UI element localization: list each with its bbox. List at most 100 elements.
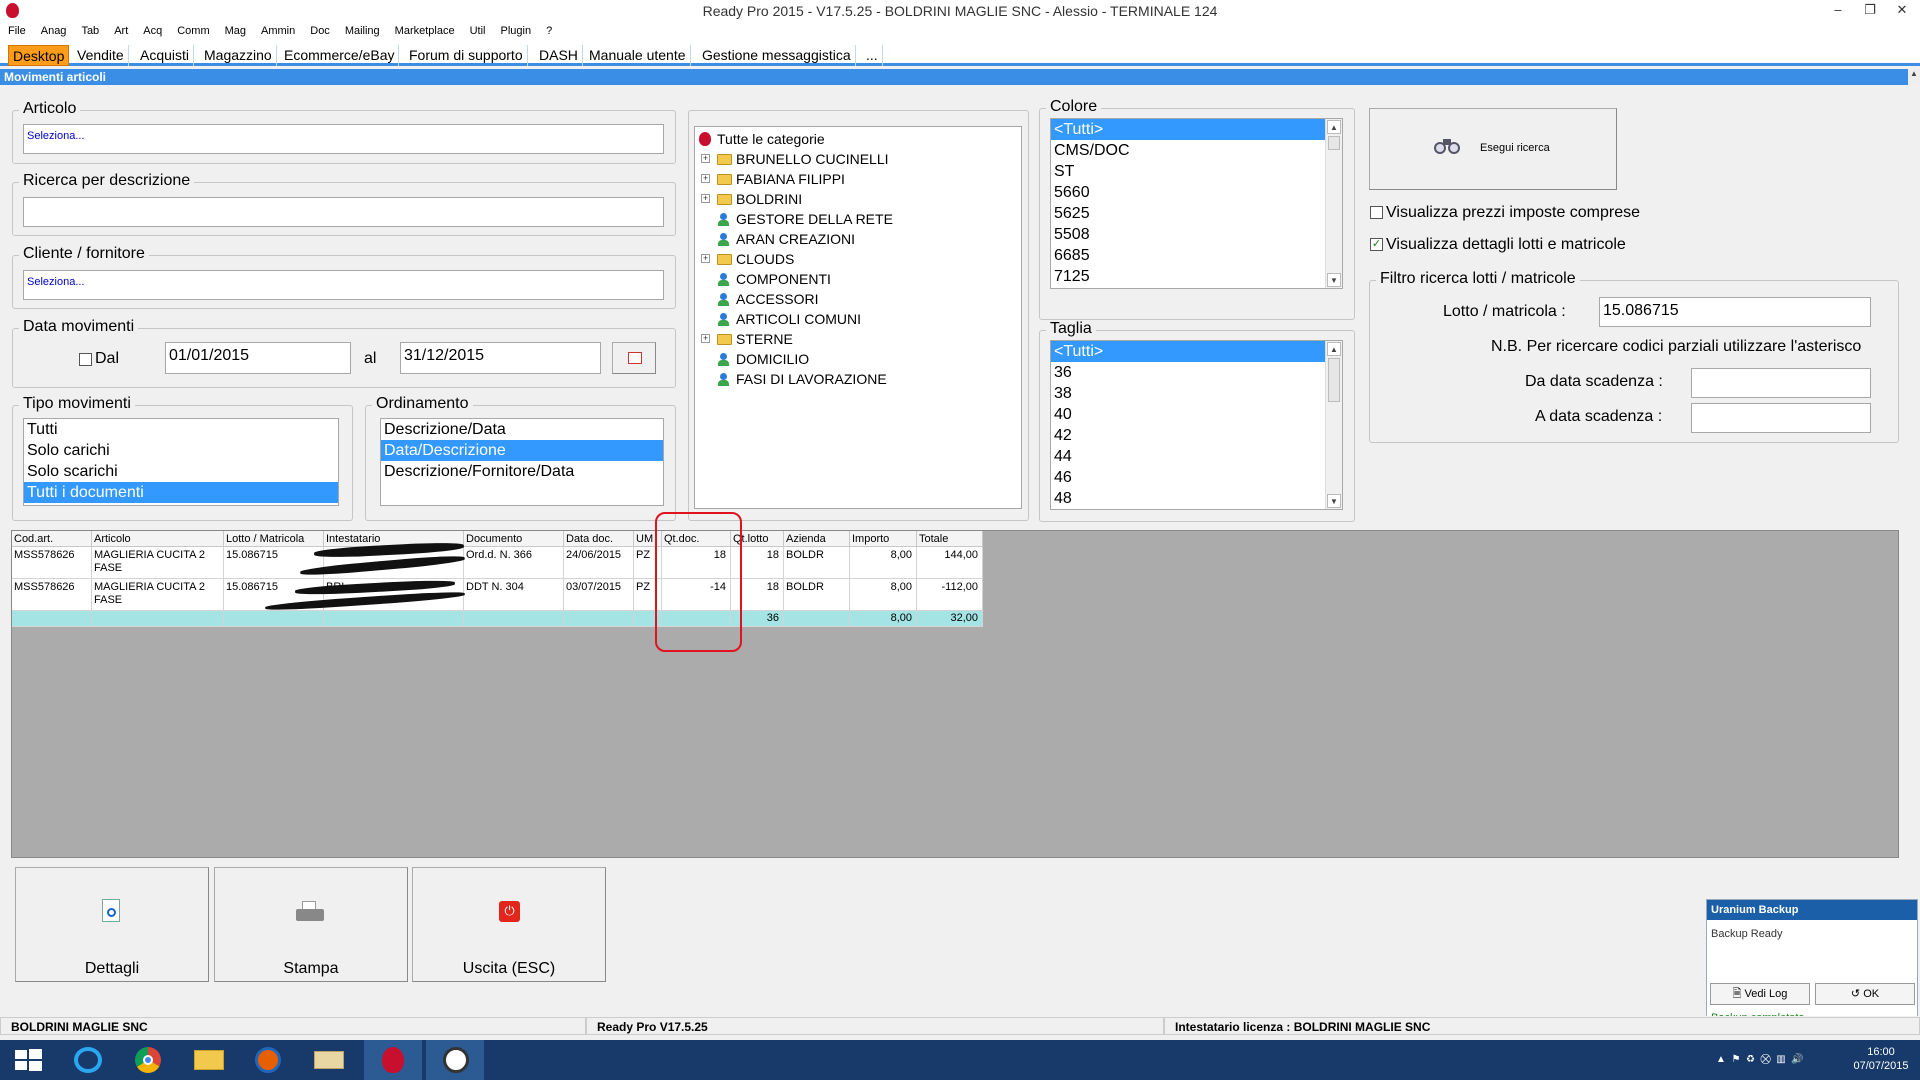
ordinamento-item[interactable]: Descrizione/Data xyxy=(381,419,663,440)
grid-total-articolo[interactable] xyxy=(92,611,224,627)
menu-item-[interactable]: ? xyxy=(538,22,559,37)
close-icon[interactable]: ✕ xyxy=(1888,2,1916,18)
lotto-matricola-input[interactable]: 15.086715 xyxy=(1599,297,1871,327)
clock[interactable]: 16:00 07/07/2015 xyxy=(1846,1045,1916,1073)
grid-header-totale[interactable]: Totale xyxy=(917,531,983,547)
menu-item-doc[interactable]: Doc xyxy=(302,22,337,37)
grid-cell-cod[interactable]: MSS578626 xyxy=(12,547,92,579)
taglia-item[interactable]: 42 xyxy=(1051,425,1342,446)
scroll-up-icon[interactable]: ▲ xyxy=(1327,342,1341,356)
dettagli-button[interactable]: Dettagli xyxy=(15,867,209,982)
tree-item[interactable]: BRUNELLO CUCINELLI xyxy=(717,150,889,168)
grid-cell-articolo[interactable]: MAGLIERIA CUCITA 2 FASE xyxy=(92,547,224,579)
grid-header-azienda[interactable]: Azienda xyxy=(784,531,850,547)
tree-item[interactable]: ACCESSORI xyxy=(717,290,818,308)
scroll-thumb[interactable] xyxy=(1328,358,1340,402)
taglia-scrollbar[interactable]: ▲ ▼ xyxy=(1325,341,1342,509)
movimenti-grid[interactable]: Cod.art. Articolo Lotto / Matricola Intesta… xyxy=(12,531,983,627)
expand-icon[interactable]: + xyxy=(701,154,710,163)
tree-item[interactable]: CLOUDS xyxy=(717,250,794,268)
grid-header-articolo[interactable]: Articolo xyxy=(92,531,224,547)
grid-cell-azienda[interactable]: BOLDR xyxy=(784,547,850,579)
taglia-item[interactable]: 48 xyxy=(1051,488,1342,509)
ordinamento-item[interactable]: Data/Descrizione xyxy=(381,440,663,461)
colore-item[interactable]: <Tutti> xyxy=(1051,119,1342,140)
grid-total-azienda[interactable] xyxy=(784,611,850,627)
taglia-item[interactable]: 44 xyxy=(1051,446,1342,467)
grid-cell-documento[interactable]: DDT N. 304 xyxy=(464,579,564,611)
menu-item-anag[interactable]: Anag xyxy=(33,22,74,37)
grid-cell-data[interactable]: 24/06/2015 xyxy=(564,547,634,579)
tree-item[interactable]: ARAN CREAZIONI xyxy=(717,230,855,248)
tab--[interactable]: ... xyxy=(862,45,883,66)
grid-cell-documento[interactable]: Ord.d. N. 366 xyxy=(464,547,564,579)
tab-manuale-utente[interactable]: Manuale utente xyxy=(585,45,691,66)
ok-button[interactable]: ↺ OK xyxy=(1815,983,1915,1005)
tipo_mov-item[interactable]: Tutti xyxy=(24,419,338,440)
grid-header-cod[interactable]: Cod.art. xyxy=(12,531,92,547)
menu-item-comm[interactable]: Comm xyxy=(169,22,216,37)
menu-item-plugin[interactable]: Plugin xyxy=(492,22,538,37)
grid-total-lotto[interactable] xyxy=(224,611,324,627)
tree-item[interactable]: GESTORE DELLA RETE xyxy=(717,210,893,228)
uscita-button[interactable]: ⏻ Uscita (ESC) xyxy=(412,867,606,982)
ricerca-input[interactable] xyxy=(23,197,664,227)
menu-item-ammin[interactable]: Ammin xyxy=(253,22,302,37)
grid-total-intestatario[interactable] xyxy=(324,611,464,627)
taglia-item[interactable]: <Tutti> xyxy=(1051,341,1342,362)
grid-total-documento[interactable] xyxy=(464,611,564,627)
colore-list[interactable]: <Tutti> CMS/DOC ST 5660 5625 5508 6685 7125 ▲ ▼ xyxy=(1050,118,1343,289)
grid-header-data[interactable]: Data doc. xyxy=(564,531,634,547)
taglia-item[interactable]: 46 xyxy=(1051,467,1342,488)
file-explorer-icon[interactable] xyxy=(180,1040,238,1080)
tree-item[interactable]: DOMICILIO xyxy=(717,350,809,368)
expand-icon[interactable]: + xyxy=(701,194,710,203)
tray-icons[interactable]: ▲ ⚑ ♻ ⛒ ▥ 🔊 xyxy=(1716,1054,1804,1065)
expand-icon[interactable]: + xyxy=(701,174,710,183)
al-date-input[interactable]: 31/12/2015 xyxy=(400,342,601,374)
grid-cell-cod[interactable]: MSS578626 xyxy=(12,579,92,611)
scroll-down-icon[interactable]: ▼ xyxy=(1327,273,1341,287)
menu-item-mag[interactable]: Mag xyxy=(217,22,253,37)
menu-item-mailing[interactable]: Mailing xyxy=(337,22,387,37)
grid-total-data[interactable] xyxy=(564,611,634,627)
colore-item[interactable]: 5625 xyxy=(1051,203,1342,224)
grid-total-importo[interactable]: 8,00 xyxy=(850,611,917,627)
cliente-field[interactable]: Seleziona... xyxy=(23,270,664,300)
tree-item[interactable]: FABIANA FILIPPI xyxy=(717,170,845,188)
tree-item[interactable]: ARTICOLI COMUNI xyxy=(717,310,861,328)
taglia-item[interactable]: 40 xyxy=(1051,404,1342,425)
dal-checkbox[interactable] xyxy=(79,353,92,366)
scroll-thumb[interactable] xyxy=(1328,136,1340,150)
da-scadenza-input[interactable] xyxy=(1691,368,1871,398)
stampa-button[interactable]: Stampa xyxy=(214,867,408,982)
dal-date-input[interactable]: 01/01/2015 xyxy=(165,342,351,374)
tab-forum-di-supporto[interactable]: Forum di supporto xyxy=(405,45,528,66)
grid-cell-importo[interactable]: 8,00 xyxy=(850,547,917,579)
chrome-icon[interactable] xyxy=(120,1040,178,1080)
tree-item[interactable]: FASI DI LAVORAZIONE xyxy=(717,370,887,388)
articolo-field[interactable]: Seleziona... xyxy=(23,124,664,154)
ordinamento-item[interactable]: Descrizione/Fornitore/Data xyxy=(381,461,663,482)
scroll-down-icon[interactable]: ▼ xyxy=(1327,494,1341,508)
grid-cell-totale[interactable]: -112,00 xyxy=(917,579,983,611)
scroll-up-icon[interactable]: ▲ xyxy=(1327,120,1341,134)
prezzi-imposte-checkbox[interactable] xyxy=(1370,206,1383,219)
uranium-backup-taskbar-icon[interactable] xyxy=(426,1040,484,1080)
readypro-taskbar-icon[interactable] xyxy=(364,1040,422,1080)
tipo_mov-item[interactable]: Solo scarichi xyxy=(24,461,338,482)
esegui-ricerca-button[interactable]: Esegui ricerca xyxy=(1369,108,1617,190)
menu-item-acq[interactable]: Acq xyxy=(135,22,169,37)
menu-item-art[interactable]: Art xyxy=(106,22,135,37)
colore-item[interactable]: 5508 xyxy=(1051,224,1342,245)
grid-cell-articolo[interactable]: MAGLIERIA CUCITA 2 FASE xyxy=(92,579,224,611)
internet-explorer-icon[interactable] xyxy=(60,1040,118,1080)
dettagli-lotti-checkbox[interactable]: ✓ xyxy=(1370,238,1383,251)
tipo_mov-item[interactable]: Tutti i documenti xyxy=(24,482,338,503)
tab-ecommerce-ebay[interactable]: Ecommerce/eBay xyxy=(280,45,400,66)
menu-item-tab[interactable]: Tab xyxy=(73,22,106,37)
taglia-item[interactable]: 36 xyxy=(1051,362,1342,383)
grid-total-cod[interactable] xyxy=(12,611,92,627)
tree-item[interactable]: COMPONENTI xyxy=(717,270,831,288)
grid-total-totale[interactable]: 32,00 xyxy=(917,611,983,627)
